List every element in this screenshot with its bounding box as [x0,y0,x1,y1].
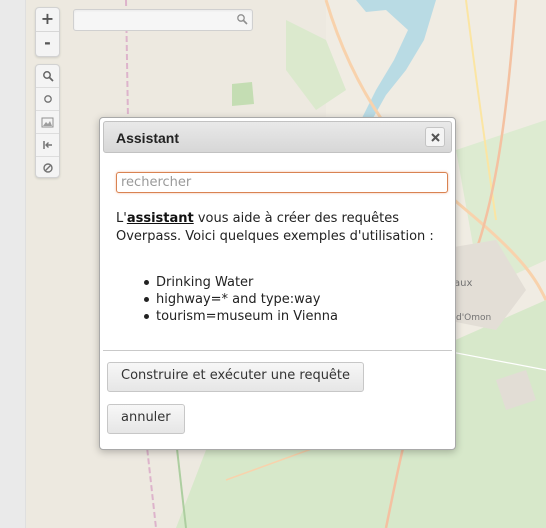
list-item: tourism=museum in Vienna [142,308,338,325]
build-and-run-button[interactable]: Construire et exécuter une requête [107,362,365,392]
assistant-link[interactable]: assistant [127,211,194,226]
list-item: highway=* and type:way [142,291,338,308]
dialog-title: Assistant [116,130,180,146]
examples-list: Drinking Water highway=* and type:way to… [142,274,338,325]
close-icon [430,132,440,142]
assistant-dialog: Assistant L'assistant vous aide à créer … [99,117,456,450]
list-item: Drinking Water [142,274,338,291]
assistant-search-input[interactable] [116,172,448,193]
intro-prefix: L' [116,211,127,226]
dialog-divider [103,350,452,351]
dialog-titlebar: Assistant [103,121,452,153]
cancel-button[interactable]: annuler [107,404,185,434]
close-button[interactable] [425,127,445,147]
intro-text: L'assistant vous aide à créer des requêt… [116,210,438,246]
